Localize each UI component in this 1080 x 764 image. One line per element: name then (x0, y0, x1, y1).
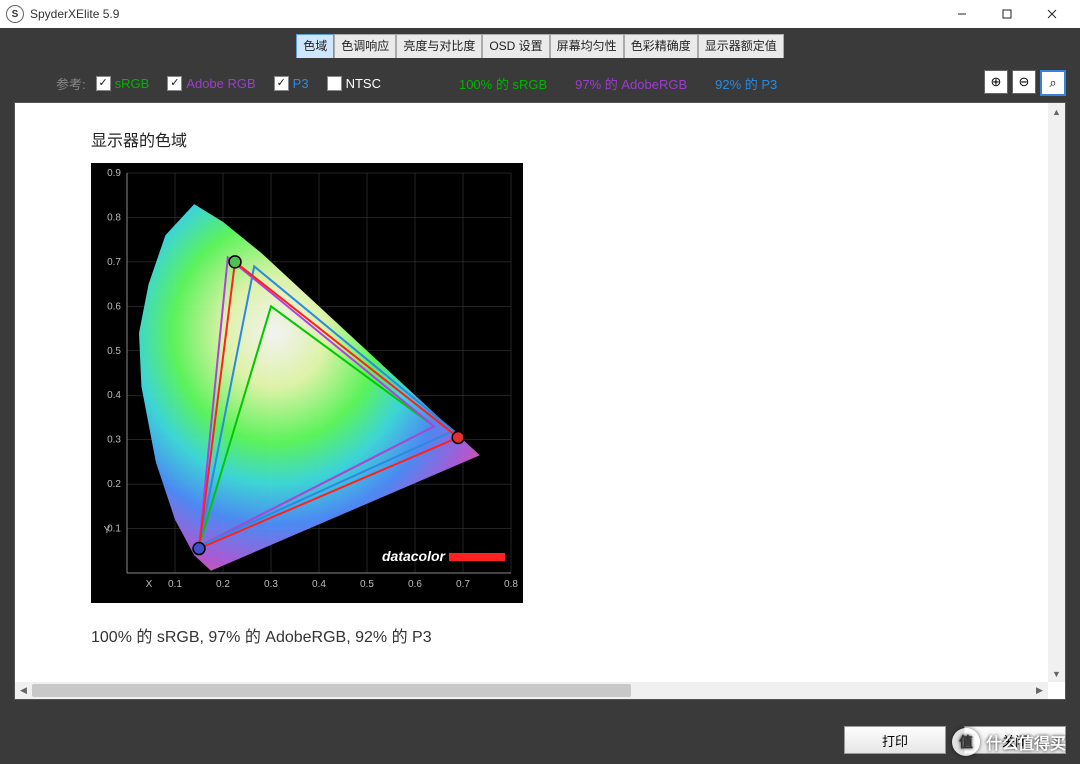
scroll-right-icon[interactable]: ▶ (1031, 682, 1048, 699)
scroll-down-icon[interactable]: ▼ (1048, 665, 1065, 682)
svg-text:0.8: 0.8 (107, 212, 121, 223)
tab-2[interactable]: 亮度与对比度 (396, 34, 482, 58)
minimize-button[interactable] (939, 0, 984, 28)
svg-text:0.4: 0.4 (107, 390, 121, 401)
reference-item-adobergb[interactable]: Adobe RGB (167, 76, 255, 91)
tab-0[interactable]: 色域 (296, 34, 334, 58)
tab-6[interactable]: 显示器额定值 (698, 34, 784, 58)
reference-item-label: NTSC (346, 76, 381, 91)
window-title: SpyderXElite 5.9 (30, 7, 119, 21)
reference-item-label: Adobe RGB (186, 76, 255, 91)
reference-item-ntsc[interactable]: NTSC (327, 76, 381, 91)
coverage-metric-1: 97% 的 AdobeRGB (575, 74, 687, 93)
svg-text:0.5: 0.5 (360, 579, 374, 590)
zoom-reset-icon[interactable]: ⌕ (1040, 70, 1066, 96)
checkbox-icon[interactable] (167, 76, 182, 91)
zoom-out-icon[interactable]: ⊖ (1012, 70, 1036, 94)
svg-text:0.5: 0.5 (107, 346, 121, 357)
vertical-scrollbar[interactable]: ▲ ▼ (1048, 103, 1065, 682)
svg-text:0.7: 0.7 (456, 579, 470, 590)
svg-text:0.1: 0.1 (168, 579, 182, 590)
scroll-left-icon[interactable]: ◀ (15, 682, 32, 699)
close-button[interactable]: 关闭 (964, 726, 1066, 754)
checkbox-icon[interactable] (327, 76, 342, 91)
svg-text:X: X (146, 579, 153, 590)
svg-text:Y: Y (104, 525, 111, 536)
tab-bar: 色域色调响应亮度与对比度OSD 设置屏幕均匀性色彩精确度显示器额定值 (0, 34, 1080, 58)
svg-text:0.7: 0.7 (107, 257, 121, 268)
coverage-metric-2: 92% 的 P3 (715, 74, 777, 93)
checkbox-icon[interactable] (96, 76, 111, 91)
client-area: 色域色调响应亮度与对比度OSD 设置屏幕均匀性色彩精确度显示器额定值 参考: s… (0, 28, 1080, 764)
svg-text:0.2: 0.2 (216, 579, 230, 590)
svg-text:0.6: 0.6 (107, 301, 121, 312)
reference-bar: 参考: sRGB Adobe RGB P3 NTSC 100% 的 sRGB 97% 的… (56, 66, 1066, 100)
svg-text:0.8: 0.8 (504, 579, 518, 590)
coverage-metric-0: 100% 的 sRGB (459, 74, 547, 93)
scrollbar-thumb[interactable] (32, 684, 631, 697)
gamut-chart: 0.10.20.30.40.50.60.70.80.10.20.30.40.50… (91, 163, 523, 603)
close-window-button[interactable] (1029, 0, 1074, 28)
tab-5[interactable]: 色彩精确度 (624, 34, 698, 58)
scroll-up-icon[interactable]: ▲ (1048, 103, 1065, 120)
svg-text:0.2: 0.2 (107, 479, 121, 490)
svg-text:0.3: 0.3 (107, 435, 121, 446)
maximize-button[interactable] (984, 0, 1029, 28)
content-title: 显示器的色域 (91, 127, 187, 151)
tab-4[interactable]: 屏幕均匀性 (550, 34, 624, 58)
svg-text:0.4: 0.4 (312, 579, 326, 590)
content-panel: ▲ ▼ ◀ ▶ 显示器的色域 0.1 0.2 0.3 0.4 0.5 0.6 0.7 0.8 0… (14, 102, 1066, 700)
title-bar: S SpyderXElite 5.9 (0, 0, 1080, 29)
checkbox-icon[interactable] (274, 76, 289, 91)
bottom-button-row: 打印 关闭 (844, 726, 1066, 754)
svg-text:0.6: 0.6 (408, 579, 422, 590)
reference-item-srgb[interactable]: sRGB (96, 76, 150, 91)
reference-item-label: sRGB (115, 76, 150, 91)
reference-item-p3[interactable]: P3 (274, 76, 309, 91)
content-caption: 100% 的 sRGB, 97% 的 AdobeRGB, 92% 的 P3 (91, 623, 432, 647)
app-icon: S (6, 5, 24, 23)
reference-label: 参考: (56, 74, 86, 93)
tab-3[interactable]: OSD 设置 (482, 34, 549, 58)
tab-1[interactable]: 色调响应 (334, 34, 396, 58)
svg-text:0.3: 0.3 (264, 579, 278, 590)
reference-item-label: P3 (293, 76, 309, 91)
svg-text:datacolor: datacolor (382, 548, 447, 564)
zoom-in-icon[interactable]: ⊕ (984, 70, 1008, 94)
horizontal-scrollbar[interactable]: ◀ ▶ (15, 682, 1048, 699)
svg-text:0.9: 0.9 (107, 168, 121, 179)
print-button[interactable]: 打印 (844, 726, 946, 754)
